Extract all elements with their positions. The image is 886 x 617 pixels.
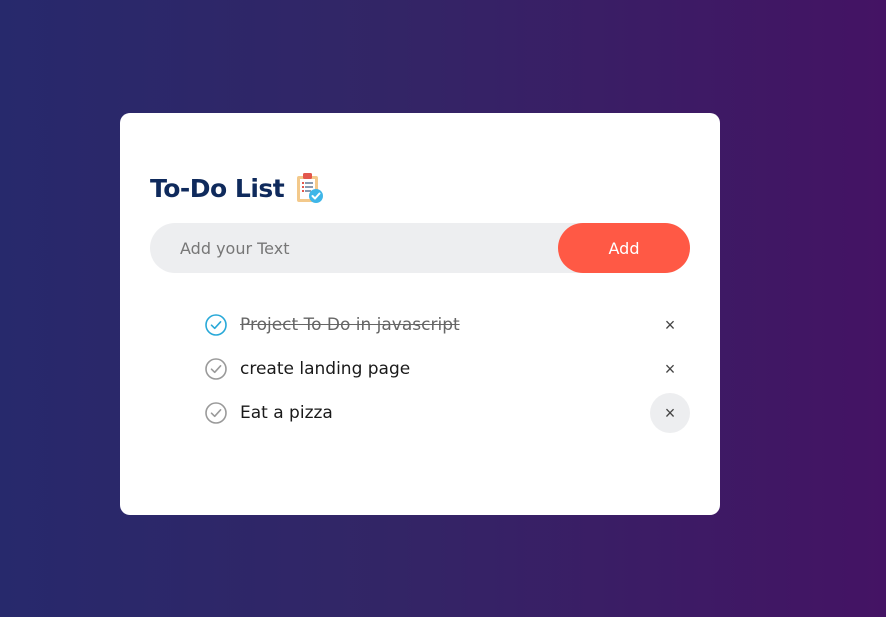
task-text: Eat a pizza <box>240 403 333 423</box>
task-item[interactable]: Project To Do in javascript × <box>205 303 690 347</box>
add-task-row: Add <box>150 223 690 273</box>
task-list: Project To Do in javascript × create lan… <box>205 303 690 435</box>
title-row: To-Do List <box>150 171 326 205</box>
unchecked-circle-icon[interactable] <box>205 358 227 380</box>
task-item[interactable]: Eat a pizza × <box>205 391 690 435</box>
todo-card: To-Do List Add your Text Add Project To … <box>120 113 720 515</box>
clipboard-check-icon <box>292 171 326 205</box>
unchecked-circle-icon[interactable] <box>205 402 227 424</box>
delete-icon[interactable]: × <box>650 305 690 345</box>
task-input[interactable] <box>150 223 558 273</box>
add-button[interactable]: Add <box>558 223 690 273</box>
task-text: Project To Do in javascript <box>240 315 460 335</box>
task-text: create landing page <box>240 359 411 379</box>
delete-icon[interactable]: × <box>650 349 690 389</box>
delete-icon[interactable]: × <box>650 393 690 433</box>
app-title: To-Do List <box>150 173 285 203</box>
checked-circle-icon[interactable] <box>205 314 227 336</box>
task-item[interactable]: create landing page × <box>205 347 690 391</box>
